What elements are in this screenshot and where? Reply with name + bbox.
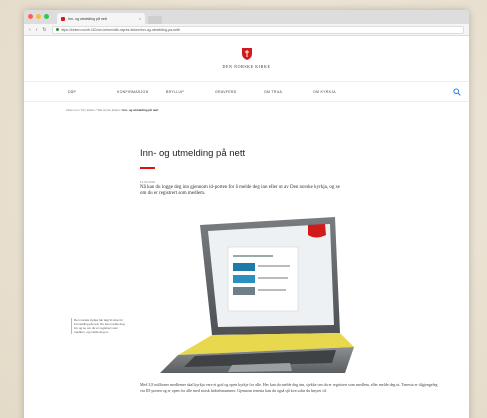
menu-item-om-kyrkja[interactable]: OM KYRKJA — [313, 90, 362, 94]
site-header: DEN NORSKE KIRKE — [24, 36, 469, 82]
reload-icon[interactable]: ↻ — [42, 27, 46, 33]
church-logo-icon[interactable] — [241, 48, 252, 60]
minimize-icon[interactable] — [36, 14, 41, 19]
back-icon[interactable]: ‹ — [29, 27, 31, 33]
laptop-illustration — [160, 217, 354, 373]
maximize-icon[interactable] — [44, 14, 49, 19]
url-input[interactable]: https://kirken.no/nb-NO/om-kirken/slik-s… — [51, 25, 464, 34]
lock-icon — [55, 28, 59, 31]
menu-item-om-trua[interactable]: OM TRUA — [264, 90, 313, 94]
menu-item-bryllup[interactable]: BRYLLUP — [166, 90, 215, 94]
close-icon[interactable] — [28, 14, 33, 19]
new-tab-button[interactable] — [148, 16, 162, 24]
article-date: 12.04.2018 — [140, 180, 156, 184]
main-menu: DÅP KONFIRMASJON BRYLLUP GRAVFERD OM TRU… — [24, 82, 469, 102]
page-title: Inn- og utmelding på nett — [140, 148, 246, 159]
browser-tab[interactable]: Inn- og utmelding på nett × — [57, 13, 145, 24]
menu-item-konfirmasjon[interactable]: KONFIRMASJON — [117, 90, 166, 94]
breadcrumb-links[interactable]: Kirken.no / Om kirken / Slik styres kirk… — [66, 108, 122, 112]
brand-name: DEN NORSKE KIRKE — [222, 64, 271, 69]
tab-close-icon[interactable]: × — [139, 16, 141, 21]
address-bar-row: ‹ › ↻ https://kirken.no/nb-NO/om-kirken/… — [24, 24, 469, 36]
article-lead: Nå kan du logge deg inn gjennom id-porte… — [140, 185, 340, 197]
menu-item-gravferd[interactable]: GRAVFERD — [215, 90, 264, 94]
tab-bar: Inn- og utmelding på nett × — [24, 10, 469, 24]
article-body: Med 3,8 millioner medlemer skal kyrkja v… — [140, 382, 438, 393]
search-icon[interactable] — [453, 88, 461, 96]
title-accent-divider — [140, 167, 155, 169]
forward-icon[interactable]: › — [36, 27, 38, 33]
image-caption: Den norske kyrkja har lagt til rette for… — [71, 318, 125, 334]
tab-title: Inn- og utmelding på nett — [68, 16, 107, 21]
url-text: https://kirken.no/nb-NO/om-kirken/slik-s… — [60, 27, 180, 32]
favicon-icon — [61, 16, 65, 21]
breadcrumb: Kirken.no / Om kirken / Slik styres kirk… — [66, 108, 158, 112]
menu-item-dap[interactable]: DÅP — [68, 90, 117, 94]
window-controls — [28, 14, 49, 19]
breadcrumb-current: Inn- og utmelding på nett — [122, 108, 159, 112]
